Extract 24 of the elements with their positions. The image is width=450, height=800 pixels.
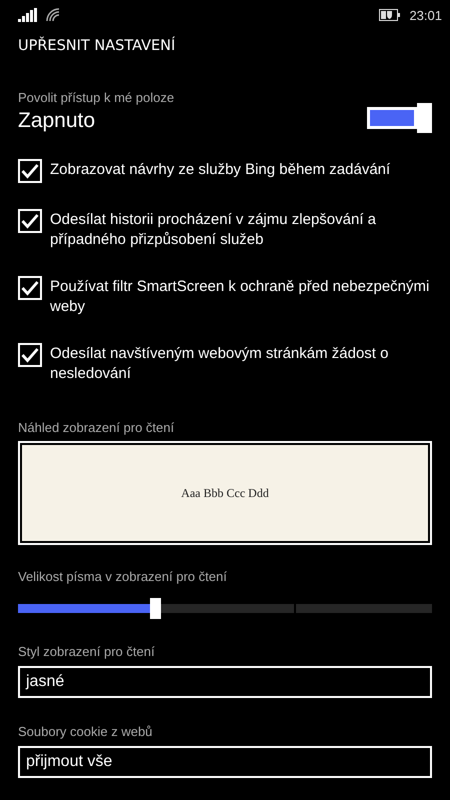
checkbox[interactable] <box>18 159 42 183</box>
sample-text: Aaa Bbb Ccc Ddd <box>181 486 269 500</box>
slider-label: Velikost písma v zobrazení pro čtení <box>18 569 228 584</box>
font-size-slider[interactable] <box>18 598 432 618</box>
checkbox-label: Zobrazovat návrhy ze služby Bing během zadávání <box>50 160 390 180</box>
signal-icon <box>18 8 38 22</box>
wifi-icon <box>46 8 60 22</box>
checkbox[interactable] <box>18 343 42 367</box>
field-label: Soubory cookie z webů <box>18 724 154 739</box>
checkbox[interactable] <box>18 276 42 300</box>
dropdown-field[interactable]: jasné <box>18 666 432 698</box>
section-label: Náhled zobrazení pro čtení <box>18 420 176 435</box>
checkbox[interactable] <box>18 209 42 233</box>
checkbox-label: Odesílat historii procházení v zájmu zlepšování a případného přizpůsobení služeb <box>50 210 377 250</box>
field-label: Styl zobrazení pro čtení <box>18 644 156 659</box>
clock-time: 23:01 <box>409 8 442 22</box>
toggle-state: Zapnuto <box>18 109 96 133</box>
toggle-switch[interactable] <box>367 103 432 133</box>
checkbox-label: Odesílat navštíveným webovým stránkám žádost o nesledování <box>50 344 390 384</box>
page-title: UPŘESNIT NASTAVENÍ <box>18 37 176 55</box>
location-label: Povolit přístup k mé poloze <box>18 90 174 105</box>
dropdown-field[interactable]: přijmout vše <box>18 746 432 778</box>
battery-icon <box>379 9 402 21</box>
checkbox-label: Používat filtr SmartScreen k ochraně před nebezpečnými weby <box>50 277 430 317</box>
